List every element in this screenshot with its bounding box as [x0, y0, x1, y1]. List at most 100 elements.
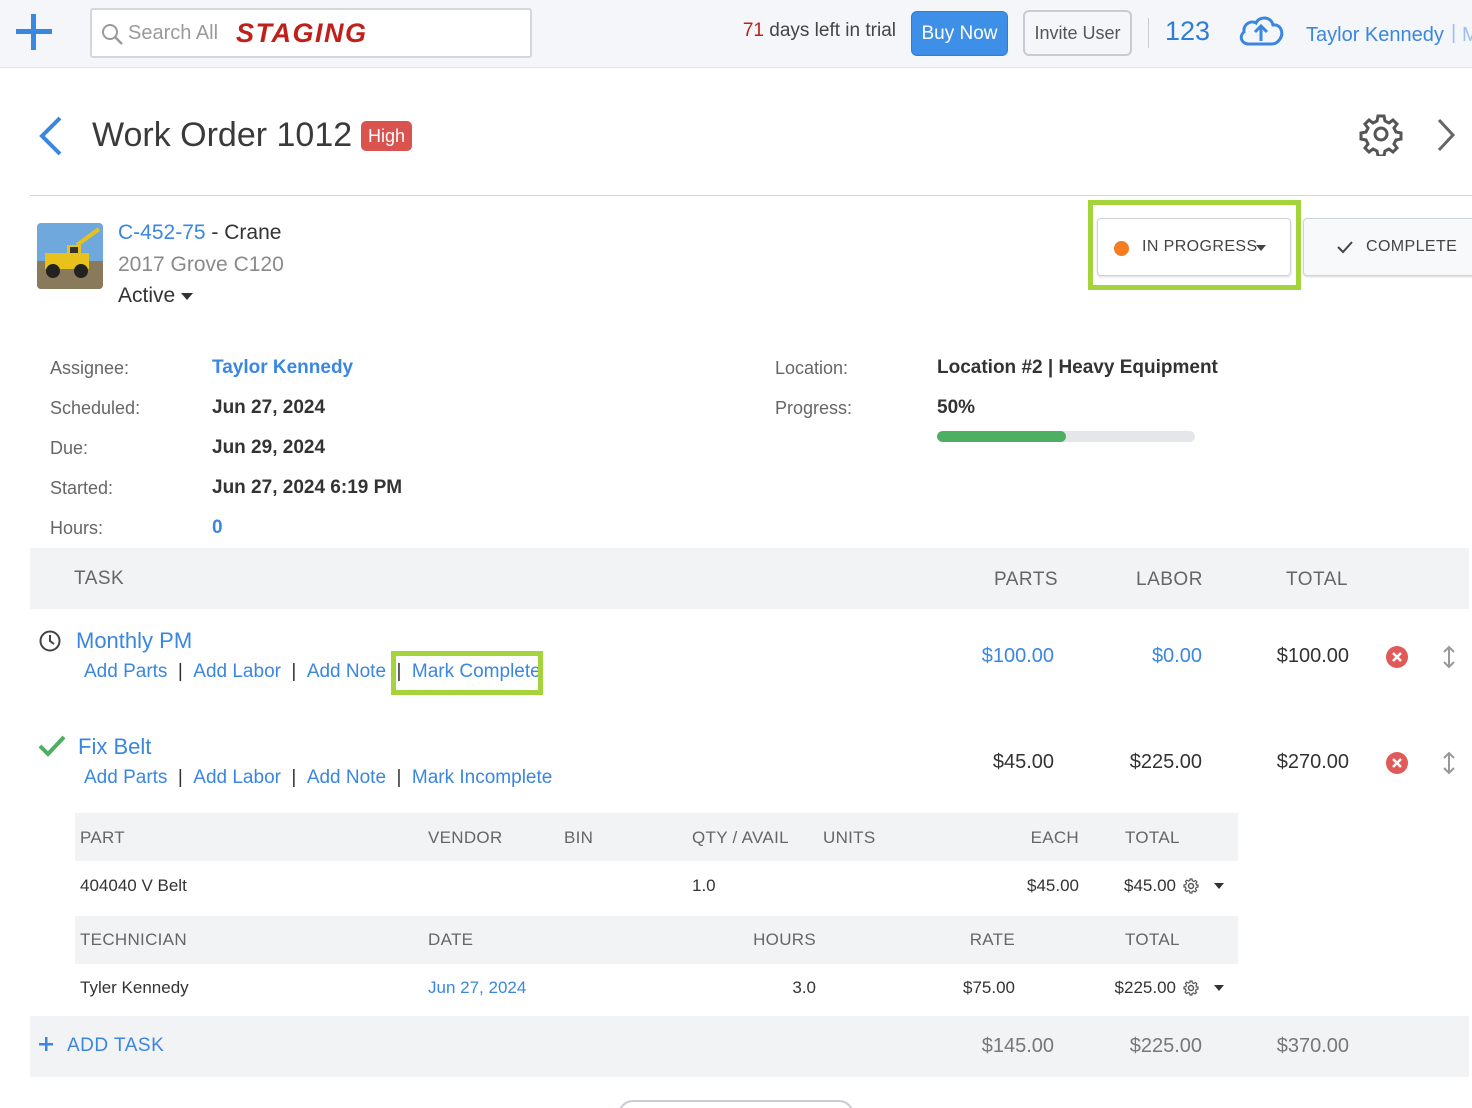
page-title: Work Order 1012 — [92, 116, 353, 154]
status-dot-icon — [1114, 241, 1129, 256]
labor-total-column-header: TOTAL — [1125, 930, 1180, 949]
caret-down-icon[interactable] — [1214, 883, 1224, 889]
labor-total: $225.00 — [1114, 978, 1176, 997]
action-separator: | — [177, 661, 183, 682]
caret-down-icon — [1256, 245, 1266, 251]
vendor-column-header: VENDOR — [428, 828, 503, 847]
date-column-header: DATE — [428, 930, 474, 949]
user-menu-more[interactable]: M — [1462, 24, 1472, 47]
assignee-link[interactable]: Taylor Kennedy — [212, 357, 353, 379]
gear-icon[interactable] — [1183, 878, 1199, 894]
delete-task-icon[interactable] — [1385, 751, 1409, 775]
task-labor-link[interactable]: $0.00 — [1152, 645, 1202, 668]
user-menu[interactable]: Taylor Kennedy — [1306, 24, 1444, 47]
each-column-header: EACH — [1030, 828, 1079, 847]
clock-icon — [38, 629, 62, 653]
scheduled-label: Scheduled: — [50, 398, 141, 418]
location-value: Location #2 | Heavy Equipment — [937, 357, 1218, 378]
rate-column-header: RATE — [969, 930, 1015, 949]
action-separator: | — [291, 767, 297, 788]
started-label: Started: — [50, 478, 114, 498]
cloud-upload-icon[interactable] — [1237, 14, 1285, 48]
bin-column-header: BIN — [564, 828, 594, 847]
mark-incomplete-link[interactable]: Mark Incomplete — [412, 767, 552, 788]
parts-column-header: PARTS — [994, 569, 1059, 590]
divider — [1148, 18, 1149, 48]
add-note-link[interactable]: Add Note — [307, 767, 386, 788]
task-parts-link[interactable]: $100.00 — [982, 645, 1054, 668]
add-task-button[interactable]: ADD TASK — [67, 1035, 164, 1057]
mark-complete-highlight — [391, 651, 543, 695]
asset-status-label: Active — [118, 284, 176, 307]
grand-total: $370.00 — [1276, 1035, 1349, 1057]
due-label: Due: — [50, 438, 89, 458]
buy-now-button[interactable]: Buy Now — [911, 11, 1008, 56]
invite-user-button[interactable]: Invite User — [1023, 10, 1132, 56]
environment-label: STAGING — [236, 18, 368, 48]
add-labor-link[interactable]: Add Labor — [193, 767, 281, 788]
trial-days: 71 — [742, 20, 764, 41]
asset-dash: - — [205, 221, 225, 244]
back-chevron-icon[interactable] — [36, 114, 66, 158]
plus-icon[interactable] — [38, 1036, 54, 1052]
asset-title: C-452-75 - Crane — [118, 221, 281, 245]
task-labor: $225.00 — [1129, 751, 1202, 773]
labor-grand-total: $225.00 — [1129, 1035, 1202, 1057]
task-actions: Add Parts | Add Labor | Add Note | Mark … — [84, 767, 552, 789]
asset-thumbnail[interactable] — [37, 223, 103, 289]
asset-status-dropdown[interactable]: Active — [118, 284, 194, 308]
qty-column-header: QTY / AVAIL — [692, 828, 789, 847]
task-total: $270.00 — [1276, 751, 1349, 773]
caret-down-icon[interactable] — [1214, 985, 1224, 991]
header-divider — [30, 195, 1472, 196]
labor-date-link[interactable]: Jun 27, 2024 — [428, 978, 526, 998]
status-dropdown[interactable]: IN PROGRESS — [1097, 218, 1291, 276]
next-chevron-icon[interactable] — [1433, 116, 1459, 154]
task-name-link[interactable]: Monthly PM — [76, 628, 192, 654]
due-value: Jun 29, 2024 — [212, 437, 326, 458]
drag-handle-icon[interactable] — [1442, 751, 1456, 775]
hours-link[interactable]: 0 — [212, 517, 223, 539]
gear-icon[interactable] — [1183, 980, 1199, 996]
task-column-header: TASK — [74, 568, 125, 589]
add-parts-link[interactable]: Add Parts — [84, 767, 167, 788]
location-label: Location: — [775, 358, 849, 378]
complete-button[interactable]: COMPLETE — [1303, 218, 1472, 276]
task-name-link[interactable]: Fix Belt — [78, 734, 151, 760]
progress-bar-fill — [937, 431, 1066, 442]
drag-handle-icon[interactable] — [1442, 645, 1456, 669]
top-bar: Search All STAGING 71 days left in trial… — [0, 0, 1472, 68]
delete-task-icon[interactable] — [1385, 645, 1409, 669]
notification-count[interactable]: 123 — [1165, 16, 1210, 47]
add-note-link[interactable]: Add Note — [307, 661, 386, 682]
gear-icon[interactable] — [1359, 112, 1403, 158]
task-parts: $45.00 — [992, 751, 1054, 773]
progress-label: Progress: — [775, 398, 853, 418]
asset-link[interactable]: C-452-75 — [118, 221, 206, 244]
started-value: Jun 27, 2024 6:19 PM — [212, 477, 403, 498]
hours-column-header: HOURS — [753, 930, 816, 949]
totals-row — [30, 1016, 1469, 1077]
units-column-header: UNITS — [823, 828, 876, 847]
trial-notice: 71 days left in trial — [743, 20, 896, 42]
labor-column-header: LABOR — [1136, 569, 1203, 590]
part-column-header: PART — [80, 828, 125, 847]
parts-grand-total: $145.00 — [981, 1035, 1054, 1057]
status-label: IN PROGRESS — [1142, 238, 1258, 255]
search-input[interactable]: Search All STAGING — [90, 8, 532, 58]
total-column-header: TOTAL — [1286, 569, 1348, 590]
labor-hours: 3.0 — [792, 978, 816, 997]
check-icon — [38, 734, 66, 758]
assignee-label: Assignee: — [50, 358, 130, 378]
caret-down-icon — [181, 292, 194, 300]
hours-label: Hours: — [50, 518, 104, 538]
bottom-action-button[interactable] — [618, 1100, 854, 1108]
priority-badge: High — [361, 121, 413, 151]
task-total: $100.00 — [1276, 645, 1349, 667]
add-labor-link[interactable]: Add Labor — [193, 661, 281, 682]
add-icon[interactable] — [14, 12, 54, 52]
technician-name: Tyler Kennedy — [80, 978, 189, 997]
add-parts-link[interactable]: Add Parts — [84, 661, 167, 682]
trial-text: days left in trial — [769, 20, 896, 41]
part-total: $45.00 — [1124, 876, 1176, 895]
